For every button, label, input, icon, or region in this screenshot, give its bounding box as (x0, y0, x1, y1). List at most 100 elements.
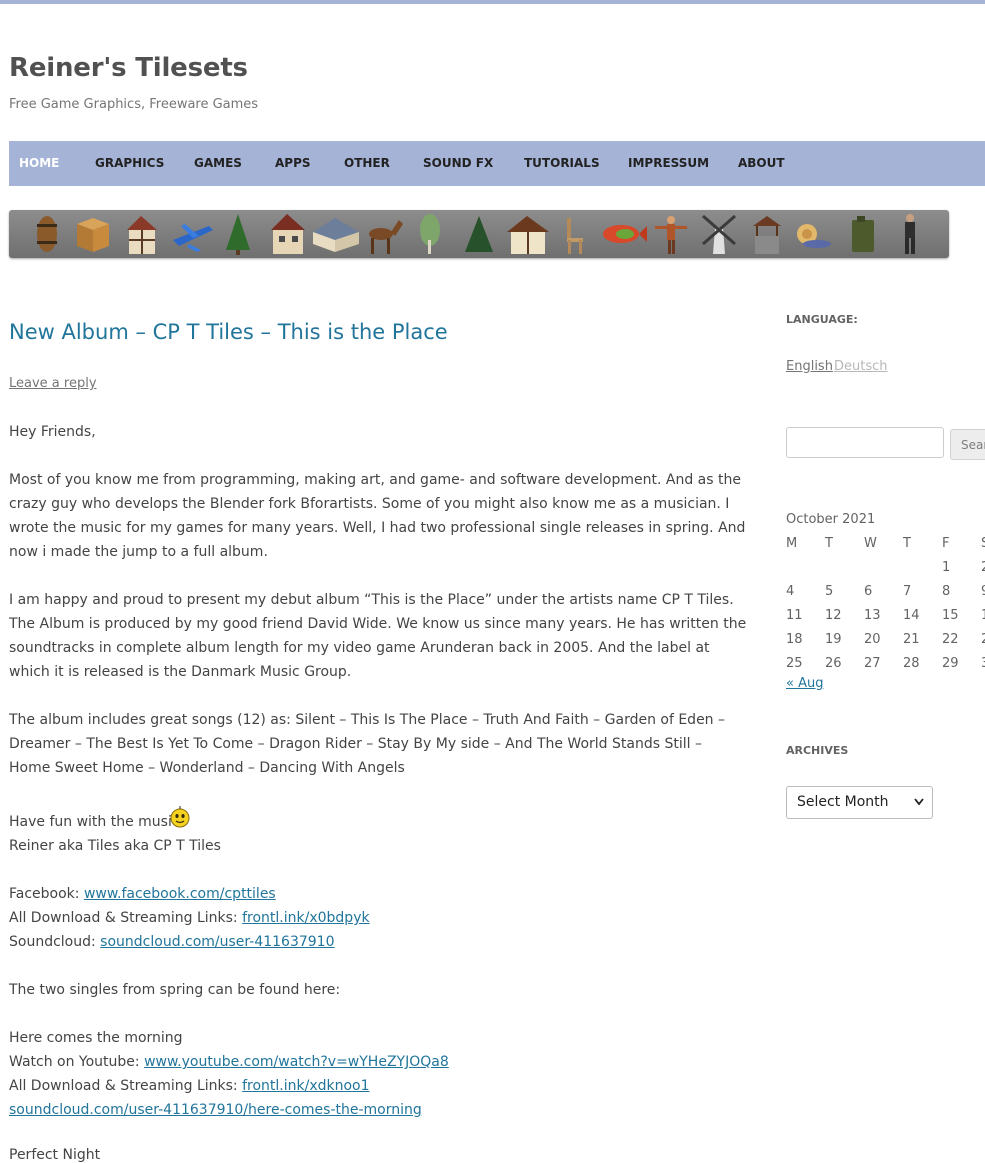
well-icon (753, 216, 781, 254)
calendar-day: 9 (981, 584, 985, 599)
calendar-day: 18 (786, 632, 803, 647)
post-title[interactable]: New Album – CP T Tiles – This is the Pla… (9, 320, 448, 344)
soundcloud2-link[interactable]: soundcloud.com/user-411637910/here-comes… (9, 1102, 422, 1118)
main-navigation: HOME GRAPHICS GAMES APPS OTHER SOUND FX … (9, 141, 985, 186)
calendar-day: 15 (942, 608, 959, 623)
youtube-link[interactable]: www.youtube.com/watch?v=wYHeZYJOQa8 (144, 1054, 449, 1070)
download-line: All Download & Streaming Links: frontl.i… (9, 910, 370, 926)
calendar-day: 11 (786, 608, 803, 623)
calendar-weekday: T (903, 536, 911, 551)
site-title[interactable]: Reiner's Tilesets (9, 53, 248, 83)
language-english-link[interactable]: English (786, 359, 833, 374)
calendar-day: 5 (825, 584, 834, 599)
nav-item-other[interactable]: OTHER (344, 156, 390, 170)
calendar-weekday: T (825, 536, 833, 551)
jerrycan-icon (852, 216, 874, 252)
house-icon (271, 214, 305, 254)
facebook-link[interactable]: www.facebook.com/cpttiles (84, 886, 276, 902)
nav-item-impressum[interactable]: IMPRESSUM (628, 156, 709, 170)
nav-item-games[interactable]: GAMES (194, 156, 242, 170)
download2-line: All Download & Streaming Links: frontl.i… (9, 1078, 370, 1094)
site-description: Free Game Graphics, Freeware Games (9, 97, 259, 112)
nav-item-apps[interactable]: APPS (275, 156, 311, 170)
calendar-day: 7 (903, 584, 912, 599)
facebook-label: Facebook: (9, 886, 84, 902)
calendar-weekday: S (981, 536, 985, 551)
soundcloud-link[interactable]: soundcloud.com/user-411637910 (100, 934, 334, 950)
search-input[interactable] (786, 427, 944, 458)
paragraph-line: Most of you know me from programming, ma… (9, 472, 741, 488)
fir-tree-icon (226, 214, 250, 255)
calendar-weekday: W (864, 536, 877, 551)
calendar-weekday: M (786, 536, 798, 551)
calendar-day: 28 (903, 656, 920, 671)
calendar-day: 29 (942, 656, 959, 671)
calendar-day: 13 (864, 608, 881, 623)
scarecrow-icon (655, 216, 687, 254)
top-accent-bar (0, 0, 985, 4)
paragraph-line: soundtracks in complete album length for… (9, 640, 710, 656)
leave-reply-link[interactable]: Leave a reply (9, 376, 97, 391)
snail-icon (797, 224, 831, 248)
airplane-icon (173, 224, 213, 252)
single-title: Here comes the morning (9, 1030, 183, 1046)
youtube-label: Watch on Youtube: (9, 1054, 145, 1070)
nav-item-home[interactable]: HOME (19, 156, 59, 170)
soldier-icon (905, 214, 915, 254)
birch-tree-icon (420, 214, 440, 254)
smiley-icon (170, 806, 190, 828)
greeting-text: Hey Friends, (9, 424, 96, 440)
paragraph-line: now i made the jump to a full album. (9, 544, 268, 560)
download2-label: All Download & Streaming Links: (9, 1078, 243, 1094)
language-deutsch-link[interactable]: Deutsch (834, 359, 888, 374)
soundcloud-line: Soundcloud: soundcloud.com/user-41163791… (9, 934, 335, 950)
cottage-icon (507, 216, 549, 254)
archives-widget-title: ARCHIVES (786, 744, 849, 757)
paragraph-line: The album includes great songs (12) as: … (9, 712, 726, 728)
calendar-day: 21 (903, 632, 920, 647)
calendar-day: 19 (825, 632, 842, 647)
fish-icon (603, 225, 647, 243)
facebook-line: Facebook: www.facebook.com/cpttiles (9, 886, 276, 902)
next-single-title: Perfect Night (9, 1147, 101, 1163)
calendar-day: 14 (903, 608, 920, 623)
calendar-day: 2 (981, 560, 985, 575)
calendar-day: 25 (786, 656, 803, 671)
nav-item-sound-fx[interactable]: SOUND FX (423, 156, 493, 170)
calendar-day: 8 (942, 584, 951, 599)
nav-item-about[interactable]: ABOUT (738, 156, 785, 170)
chair-icon (567, 218, 583, 254)
timber-house-icon (127, 216, 157, 254)
horse-icon (369, 220, 403, 254)
youtube-line: Watch on Youtube: www.youtube.com/watch?… (9, 1054, 449, 1070)
nav-item-tutorials[interactable]: TUTORIALS (524, 156, 600, 170)
soundcloud2-line: soundcloud.com/user-411637910/here-comes… (9, 1102, 422, 1118)
calendar-day: 26 (825, 656, 842, 671)
calendar-day: 16 (981, 608, 985, 623)
windmill-icon (702, 214, 736, 254)
chevron-down-icon (914, 798, 924, 806)
crate-icon (77, 218, 109, 252)
paragraph-line: crazy guy who develops the Blender fork … (9, 496, 730, 512)
nav-item-graphics[interactable]: GRAPHICS (95, 156, 164, 170)
paragraph-line: which it is released is the Danmark Musi… (9, 664, 352, 680)
language-widget-title: LANGUAGE: (786, 313, 858, 326)
calendar-prev-link[interactable]: « Aug (786, 676, 823, 691)
download-link[interactable]: frontl.ink/x0bdpyk (242, 910, 369, 926)
search-button[interactable]: Search (950, 429, 985, 460)
calendar-day: 22 (942, 632, 959, 647)
calendar-day: 20 (864, 632, 881, 647)
manor-icon (313, 218, 359, 252)
header-banner[interactable] (9, 210, 949, 258)
download2-link[interactable]: frontl.ink/xdknoo1 (242, 1078, 369, 1094)
have-fun-text: Have fun with the music (9, 814, 180, 830)
paragraph-line: The Album is produced by my good friend … (9, 616, 747, 632)
soundcloud-label: Soundcloud: (9, 934, 101, 950)
download-label: All Download & Streaming Links: (9, 910, 243, 926)
calendar-caption: October 2021 (786, 512, 876, 527)
spruce-tree-icon (465, 216, 493, 252)
calendar-day: 1 (942, 560, 951, 575)
paragraph-line: Home Sweet Home – Wonderland – Dancing W… (9, 760, 405, 776)
archives-select[interactable]: Select Month (786, 786, 933, 819)
paragraph-line: wrote the music for my games for many ye… (9, 520, 746, 536)
